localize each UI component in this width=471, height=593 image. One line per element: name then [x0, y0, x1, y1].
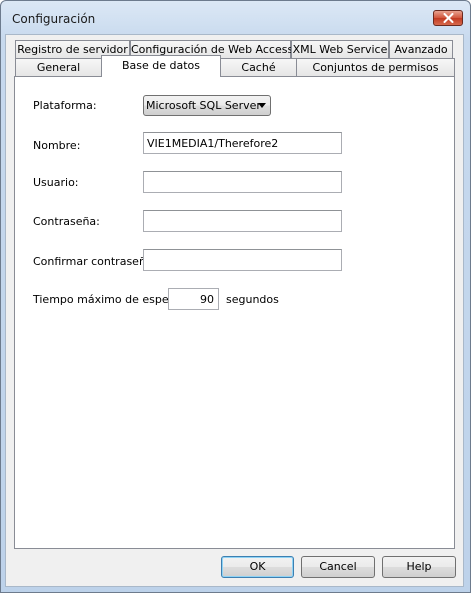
platform-select[interactable]: Microsoft SQL Server: [143, 95, 271, 116]
tab-general[interactable]: General: [15, 58, 102, 78]
platform-label: Plataforma:: [33, 99, 97, 112]
name-label: Nombre:: [33, 139, 81, 152]
close-icon: [443, 13, 454, 23]
help-button[interactable]: Help: [382, 556, 456, 578]
cancel-button[interactable]: Cancel: [301, 556, 375, 578]
timeout-unit-label: segundos: [226, 293, 279, 306]
chevron-down-icon: [258, 103, 266, 108]
timeout-label: Tiempo máximo de espera:: [33, 293, 184, 306]
tab-cache[interactable]: Caché: [220, 58, 297, 78]
password-input[interactable]: [143, 210, 342, 232]
name-input[interactable]: [143, 132, 342, 154]
confirm-password-input[interactable]: [143, 249, 342, 271]
tab-conjuntos-de-permisos[interactable]: Conjuntos de permisos: [296, 58, 455, 78]
ok-button[interactable]: OK: [221, 556, 294, 578]
user-input[interactable]: [143, 171, 342, 193]
title-bar[interactable]: Configuración: [1, 1, 470, 37]
confirm-password-label: Confirmar contraseña:: [33, 255, 157, 268]
tab-base-de-datos[interactable]: Base de datos: [101, 55, 221, 77]
window-title: Configuración: [12, 12, 96, 26]
close-button[interactable]: [433, 10, 463, 26]
tab-avanzado[interactable]: Avanzado: [389, 40, 453, 60]
tab-xml-web-service[interactable]: XML Web Service: [291, 40, 389, 60]
user-label: Usuario:: [33, 176, 79, 189]
timeout-input[interactable]: [168, 288, 219, 310]
password-label: Contraseña:: [33, 215, 100, 228]
platform-selected-value: Microsoft SQL Server: [146, 99, 261, 112]
